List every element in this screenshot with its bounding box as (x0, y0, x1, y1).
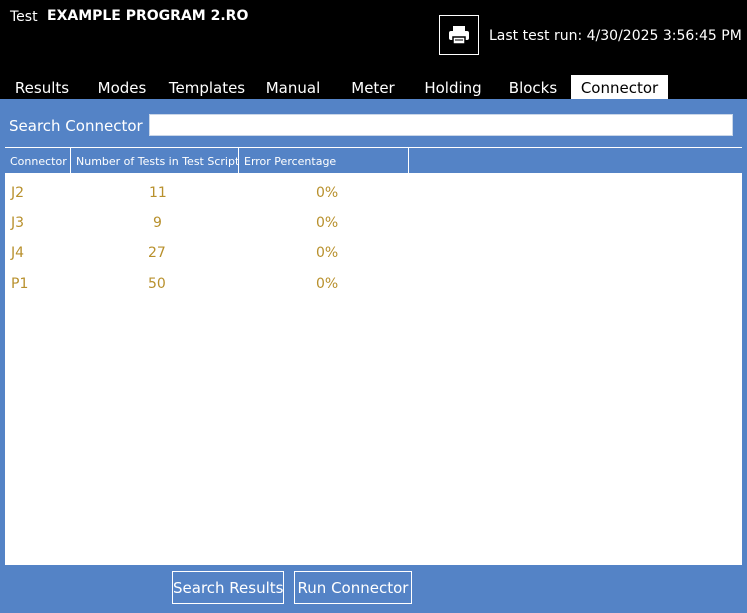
tab-modes[interactable]: Modes (91, 78, 153, 99)
last-run-value: 4/30/2025 3:56:45 PM (586, 28, 742, 44)
table-header: Connector Number of Tests in Test Script… (5, 147, 742, 174)
tab-holding[interactable]: Holding (418, 78, 488, 99)
header-bar: Test EXAMPLE PROGRAM 2.RO Last test run:… (0, 0, 747, 75)
search-connector-label: Search Connector (9, 117, 143, 135)
tab-blocks[interactable]: Blocks (503, 78, 563, 99)
connector-panel: Search Connector Connector Number of Tes… (0, 99, 747, 613)
title-prefix: Test (10, 9, 38, 25)
app-window: Test EXAMPLE PROGRAM 2.RO Last test run:… (0, 0, 747, 613)
column-header-tests[interactable]: Number of Tests in Test Script (71, 148, 239, 174)
cell-connector: P1 (11, 276, 29, 292)
cell-error: 0% (316, 276, 339, 292)
cell-connector: J4 (11, 245, 25, 261)
column-header-connector[interactable]: Connector (5, 148, 71, 174)
cell-tests: 11 (149, 185, 167, 201)
print-button[interactable] (439, 15, 479, 55)
run-connector-button[interactable]: Run Connector (294, 571, 412, 604)
tab-meter[interactable]: Meter (345, 78, 401, 99)
table-row[interactable]: J3 9 0% (5, 208, 742, 238)
column-header-error[interactable]: Error Percentage (239, 148, 409, 174)
cell-connector: J2 (11, 185, 25, 201)
cell-tests: 9 (153, 215, 162, 231)
program-name: EXAMPLE PROGRAM 2.RO (47, 8, 249, 24)
last-test-run: Last test run: 4/30/2025 3:56:45 PM (489, 28, 742, 44)
tab-bar: Results Modes Templates Manual Meter Hol… (0, 75, 747, 99)
search-connector-input[interactable] (149, 114, 733, 136)
printer-icon (449, 26, 469, 45)
table-row[interactable]: J4 27 0% (5, 238, 742, 268)
tab-manual[interactable]: Manual (260, 78, 326, 99)
connector-table: Connector Number of Tests in Test Script… (5, 147, 742, 565)
search-results-button[interactable]: Search Results (172, 571, 284, 604)
tab-templates[interactable]: Templates (166, 78, 248, 99)
cell-tests: 50 (148, 276, 166, 292)
table-row[interactable]: P1 50 0% (5, 269, 742, 299)
cell-tests: 27 (148, 245, 166, 261)
cell-error: 0% (316, 215, 339, 231)
tab-connector[interactable]: Connector (571, 75, 668, 99)
cell-error: 0% (316, 185, 339, 201)
cell-connector: J3 (11, 215, 25, 231)
last-run-label: Last test run: (489, 28, 583, 44)
table-row[interactable]: J2 11 0% (5, 178, 742, 208)
tab-results[interactable]: Results (8, 78, 76, 99)
cell-error: 0% (316, 245, 339, 261)
